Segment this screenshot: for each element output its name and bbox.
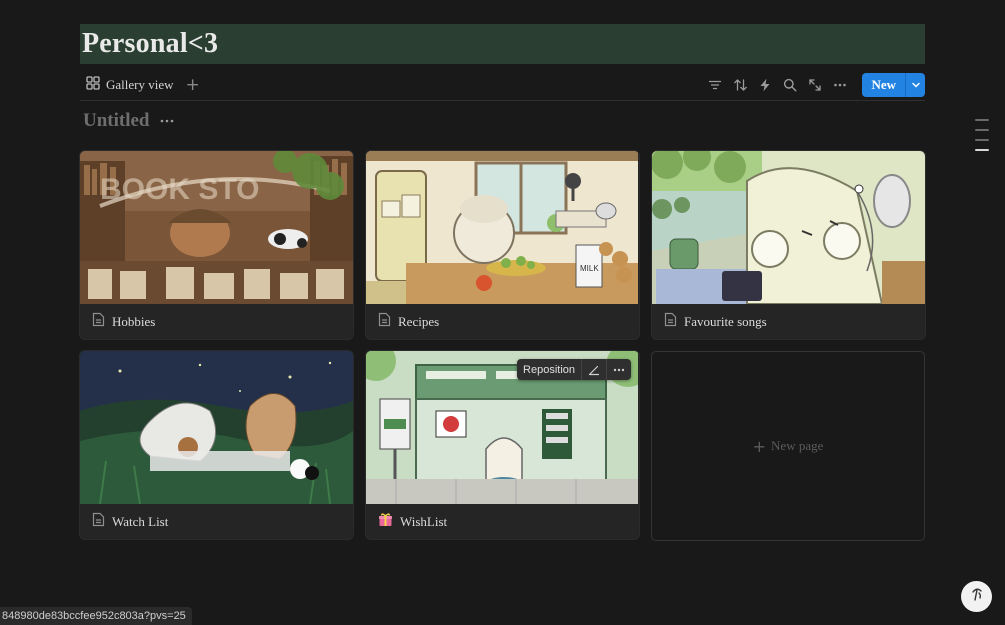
svg-text:MILK: MILK: [580, 264, 599, 273]
page-outline-indicator[interactable]: [975, 119, 989, 151]
page-icon: [92, 312, 105, 331]
card-title-row[interactable]: Favourite songs: [652, 304, 925, 339]
more-icon[interactable]: [160, 118, 174, 124]
status-bar-url: 848980de83bccfee952c803a?pvs=25: [0, 607, 192, 625]
help-button[interactable]: [961, 581, 992, 612]
search-icon[interactable]: [781, 76, 799, 94]
more-icon[interactable]: [831, 76, 849, 94]
card-title: WishList: [400, 513, 448, 529]
reposition-button[interactable]: Reposition: [517, 359, 581, 380]
page-icon: [378, 312, 391, 331]
sort-icon[interactable]: [731, 76, 749, 94]
card-title: Recipes: [398, 313, 440, 329]
page-icon: [92, 512, 105, 531]
plus-icon: +: [752, 436, 767, 456]
card-title: Favourite songs: [684, 313, 767, 329]
card-cover-image: MILK: [366, 151, 639, 304]
page-title[interactable]: Personal<3: [82, 28, 218, 60]
new-button[interactable]: New: [862, 73, 905, 97]
chevron-down-icon[interactable]: [905, 73, 925, 97]
gift-emoji-icon: [378, 512, 393, 531]
gallery-card[interactable]: Reposition WishList: [366, 351, 639, 539]
new-page-card[interactable]: + New page: [651, 351, 925, 541]
new-page-label: New page: [771, 438, 824, 453]
card-cover-image: [652, 151, 925, 304]
gallery-grid-icon: [86, 76, 100, 94]
database-toolbar: Gallery view + New: [80, 70, 925, 101]
card-cover-image: Reposition: [366, 351, 639, 504]
card-title-row[interactable]: Recipes: [366, 304, 639, 339]
card-title: Hobbies: [112, 313, 156, 329]
gallery-card[interactable]: BOOK STO Hobbies: [80, 151, 353, 339]
view-tab-label: Gallery view: [106, 77, 174, 92]
card-cover-image: [80, 351, 353, 504]
page-icon: [664, 312, 677, 331]
gallery-card[interactable]: MILK Recipes: [366, 151, 639, 339]
add-view-button[interactable]: +: [186, 76, 200, 94]
new-button-group: New: [862, 73, 925, 97]
gallery-card[interactable]: Watch List: [80, 351, 353, 539]
group-header: Untitled: [83, 110, 174, 132]
card-title: Watch List: [112, 513, 169, 529]
card-title-row[interactable]: Watch List: [80, 504, 353, 539]
help-icon: [968, 585, 986, 608]
filter-icon[interactable]: [706, 76, 724, 94]
cover-actions-toolbar: Reposition: [517, 359, 631, 380]
card-cover-image: BOOK STO: [80, 151, 353, 304]
group-title[interactable]: Untitled: [83, 110, 150, 132]
expand-icon[interactable]: [806, 76, 824, 94]
card-title-row[interactable]: Hobbies: [80, 304, 353, 339]
tab-gallery-view[interactable]: Gallery view: [80, 71, 180, 99]
card-title-row[interactable]: WishList: [366, 504, 639, 539]
more-icon[interactable]: [606, 359, 631, 380]
svg-text:BOOK STO: BOOK STO: [100, 173, 259, 206]
automation-icon[interactable]: [756, 76, 774, 94]
gallery-card[interactable]: Favourite songs: [652, 151, 925, 339]
edit-cover-icon[interactable]: [581, 359, 606, 380]
page-title-band: Personal<3: [80, 24, 925, 64]
